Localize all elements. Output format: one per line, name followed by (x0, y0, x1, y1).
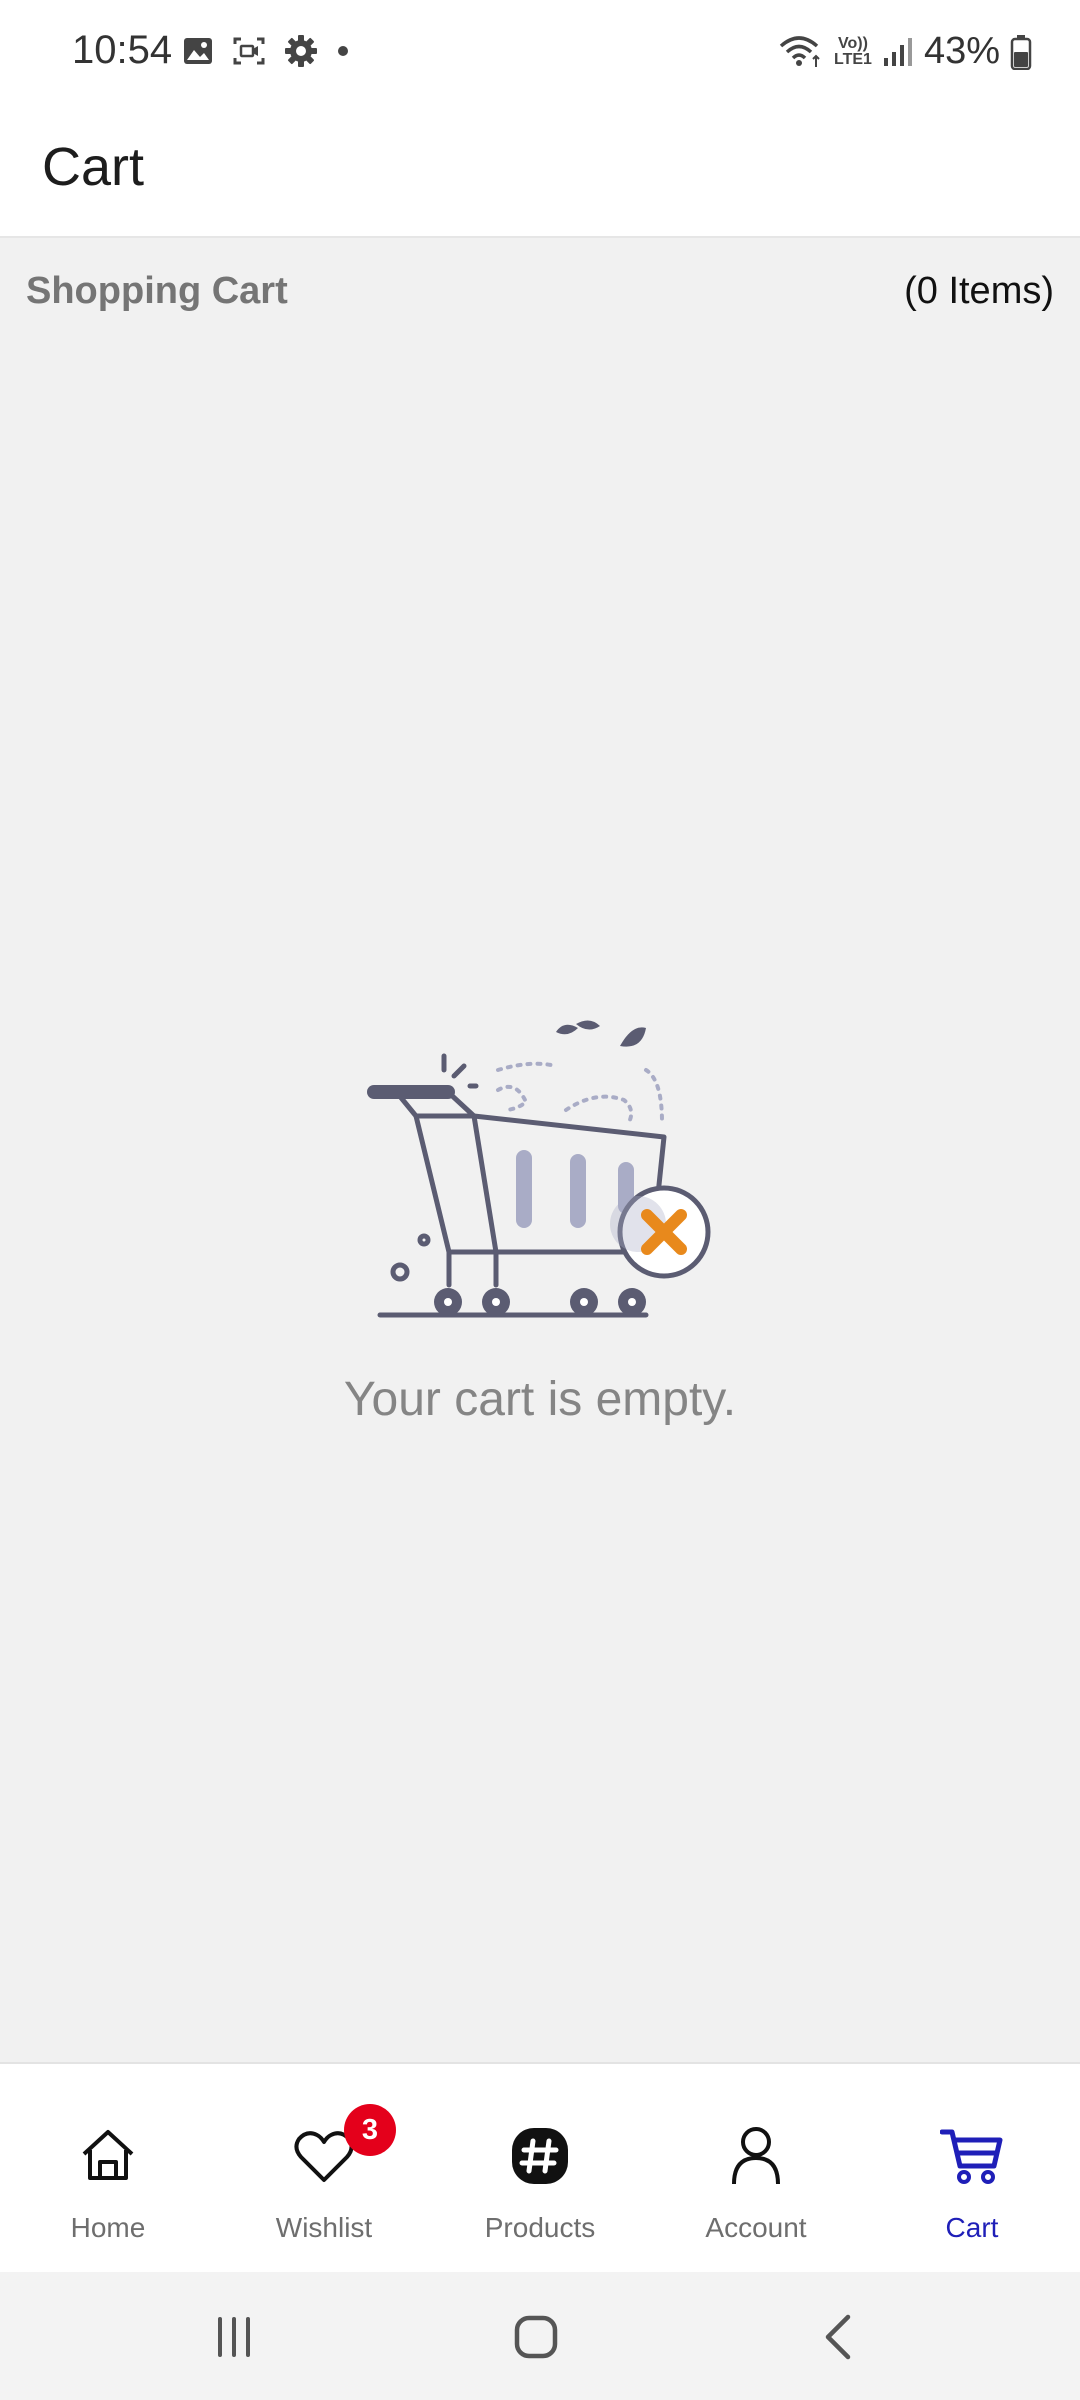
nav-label-cart: Cart (945, 2212, 999, 2243)
cart-header-title: Shopping Cart (26, 270, 288, 312)
gallery-icon (184, 38, 212, 64)
cart-icon (934, 2118, 1010, 2194)
system-nav-bar (0, 2272, 1080, 2400)
screen-record-icon (233, 37, 265, 65)
home-icon (70, 2118, 146, 2194)
nav-item-home[interactable]: Home (0, 2064, 216, 2274)
wifi-icon (779, 35, 820, 67)
page-title: Cart (42, 137, 145, 197)
nav-item-account[interactable]: Account (648, 2064, 864, 2274)
lte-label: LTE1 (834, 50, 872, 68)
signal-icon (883, 37, 912, 66)
recent-apps-icon (218, 2317, 250, 2357)
volte-label: Vo)) (838, 34, 868, 52)
status-icons-left (182, 34, 350, 68)
empty-cart-message: Your cart is empty. (343, 1373, 737, 1426)
back-chevron-icon (825, 2314, 851, 2360)
home-system-button[interactable] (496, 2302, 576, 2372)
nav-item-wishlist[interactable]: 3 Wishlist (216, 2064, 432, 2274)
nav-label-account: Account (705, 2212, 807, 2243)
cart-header: Shopping Cart (0 Items) (0, 240, 1080, 340)
nav-item-cart[interactable]: Cart (864, 2064, 1080, 2274)
nav-label-home: Home (70, 2212, 146, 2243)
bottom-nav: Home 3 Wishlist Products Account Cart (0, 2062, 1080, 2272)
wishlist-badge: 3 (344, 2104, 396, 2156)
status-icons-right: Vo)) LTE1 43% (778, 30, 1032, 73)
recent-apps-button[interactable] (194, 2302, 274, 2372)
back-system-button[interactable] (798, 2302, 878, 2372)
nav-item-products[interactable]: Products (432, 2064, 648, 2274)
person-icon (718, 2118, 794, 2194)
battery-percent: 43% (923, 30, 1000, 72)
nav-label-products: Products (484, 2212, 596, 2243)
nav-label-wishlist: Wishlist (275, 2212, 373, 2243)
status-time: 10:54 (72, 28, 173, 72)
cart-item-count: (0 Items) (904, 270, 1054, 312)
dot-icon (338, 46, 348, 56)
app-bar: Cart (0, 106, 1080, 238)
battery-icon (1010, 34, 1032, 70)
home-square-icon (514, 2315, 558, 2359)
settings-gear-icon (285, 35, 317, 67)
products-hash-icon (502, 2118, 578, 2194)
empty-cart-illustration (367, 1020, 711, 1318)
volte-lte1-icon: Vo)) LTE1 (834, 34, 872, 68)
status-bar: 10:54 Vo)) LTE1 43% (0, 0, 1080, 106)
